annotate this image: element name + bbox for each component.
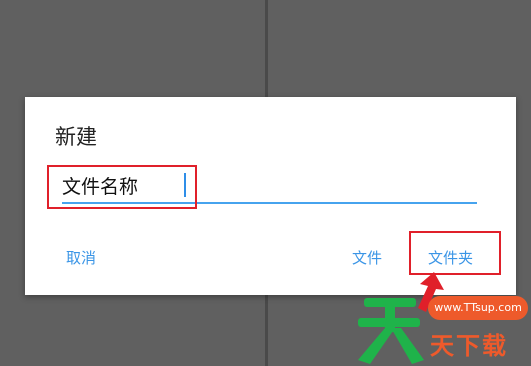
watermark-logo-icon — [358, 298, 424, 364]
watermark-url: www.TTsup.com — [428, 296, 528, 320]
input-highlight-box — [47, 165, 197, 209]
cancel-button[interactable]: 取消 — [66, 247, 96, 268]
new-dialog: 新建 取消 文件 文件夹 — [25, 97, 516, 295]
watermark-text: 天下载 — [430, 332, 508, 360]
folder-highlight-box — [409, 231, 501, 275]
file-button[interactable]: 文件 — [352, 247, 382, 268]
dialog-title: 新建 — [55, 125, 97, 149]
